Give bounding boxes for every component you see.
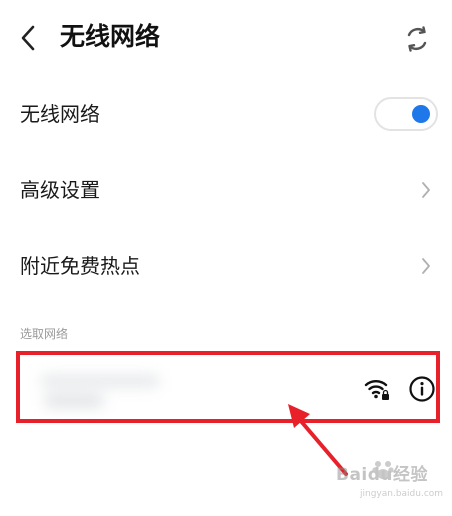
- row-label-wifi: 无线网络: [20, 102, 100, 126]
- wifi-toggle[interactable]: [374, 97, 438, 131]
- watermark-url: jingyan.baidu.com: [360, 489, 444, 499]
- back-chevron-icon[interactable]: [14, 22, 42, 54]
- row-nearby-hotspots[interactable]: 附近免费热点: [0, 228, 452, 304]
- refresh-icon[interactable]: [400, 22, 434, 56]
- watermark-text: Baidu经验: [336, 465, 429, 485]
- baidu-watermark: Baidu经验 jingyan.baidu.com: [330, 456, 450, 512]
- network-name-obscured: [40, 369, 170, 413]
- chevron-right-icon: [416, 176, 436, 204]
- row-label-hotspots: 附近免费热点: [20, 254, 140, 278]
- info-icon[interactable]: [408, 375, 436, 403]
- chevron-right-icon: [416, 252, 436, 280]
- section-label-choose-network: 选取网络: [20, 327, 69, 341]
- header: 无线网络: [0, 0, 452, 76]
- row-advanced-settings[interactable]: 高级设置: [0, 152, 452, 228]
- network-list-item[interactable]: [16, 351, 440, 423]
- row-label-advanced: 高级设置: [20, 178, 100, 202]
- page-title: 无线网络: [60, 22, 161, 51]
- wifi-locked-icon: [364, 377, 390, 401]
- toggle-knob: [412, 105, 430, 123]
